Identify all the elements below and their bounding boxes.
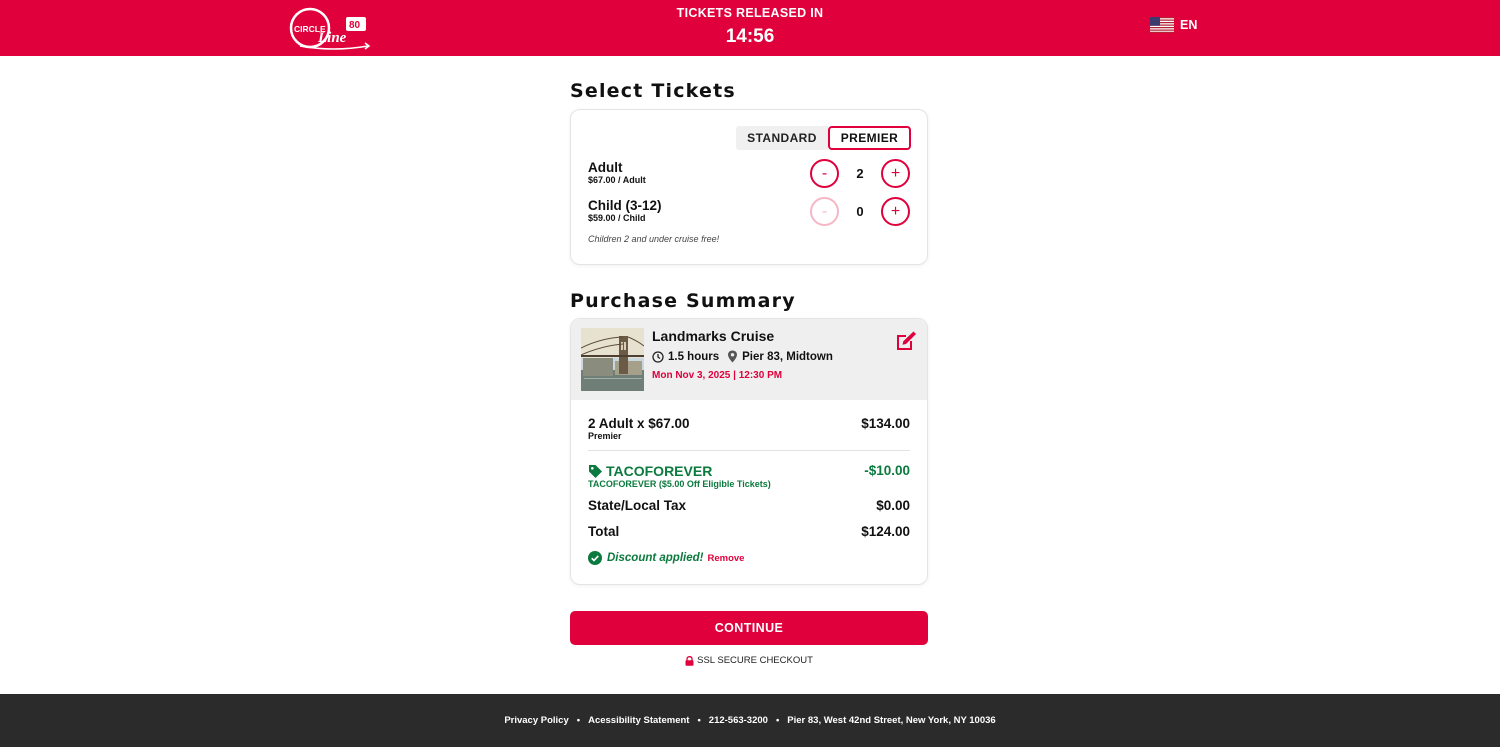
quantity-value: 0 [856,204,864,219]
line-item-amount: $134.00 [861,416,910,431]
cruise-duration: 1.5 hours [668,350,720,363]
language-label: EN [1180,18,1198,32]
tab-premier[interactable]: PREMIER [828,126,911,150]
footer-address: Pier 83, West 42nd Street, New York, NY … [787,715,996,726]
countdown-time: 14:56 [725,26,775,47]
accessibility-link[interactable]: Acessibility Statement [588,715,689,726]
line-item-total: Total $124.00 [588,524,910,539]
tax-label: State/Local Tax [588,498,687,513]
countdown: TICKETS RELEASED IN 14:56 [0,5,1500,50]
discount-status: Discount applied! Remove [588,551,744,565]
tag-icon [589,464,602,478]
language-selector[interactable]: EN [1150,16,1197,34]
purchase-summary-title: Purchase Summary [570,290,796,312]
promo-code: TACOFOREVER [588,463,910,479]
summary-card: Landmarks Cruise 1.5 hours Pier 83, Midt… [570,318,928,585]
footer-separator: • [775,715,780,726]
top-bar: CIRCLE Line 80 TICKETS RELEASED IN 14:56… [0,0,1500,56]
promo-amount: -$10.00 [864,463,910,478]
quantity-stepper: - 0 + [810,197,910,226]
footer-separator: • [697,715,701,726]
footer-separator: • [576,715,581,726]
ticket-row-adult: Adult $67.00 / Adult - 2 + [588,159,910,192]
continue-button[interactable]: CONTINUE [570,611,928,645]
line-item-tier: Premier [588,431,622,441]
map-pin-icon [728,350,738,363]
quantity-value: 2 [856,166,864,181]
line-item-tickets: 2 Adult x $67.00 Premier $134.00 [588,416,910,442]
line-item-promo: TACOFOREVER TACOFOREVER ($5.00 Off Eligi… [588,463,910,490]
edit-icon[interactable] [894,329,918,353]
summary-divider [588,450,910,451]
tickets-card: STANDARD PREMIER Adult $67.00 / Adult - … [570,109,928,265]
cruise-meta: 1.5 hours Pier 83, Midtown [652,350,833,363]
cruise-header: Landmarks Cruise 1.5 hours Pier 83, Midt… [571,319,927,400]
footer: Privacy Policy • Acessibility Statement … [0,694,1500,747]
check-circle-icon [588,551,602,565]
clock-icon [652,350,664,363]
promo-description: TACOFOREVER ($5.00 Off Eligible Tickets) [588,479,771,489]
promo-code-label: TACOFOREVER [606,463,713,479]
discount-applied-text: Discount applied! [607,552,704,564]
ssl-label: SSL SECURE CHECKOUT [697,655,813,666]
increment-button[interactable]: + [881,159,910,188]
increment-button[interactable]: + [881,197,910,226]
free-children-note: Children 2 and under cruise free! [588,234,720,244]
countdown-label: TICKETS RELEASED IN [676,6,824,20]
ticket-tier-toggle: STANDARD PREMIER [736,126,911,150]
quantity-stepper: - 2 + [810,159,910,188]
line-item-tax: State/Local Tax $0.00 [588,498,910,513]
select-tickets-title: Select Tickets [570,80,736,102]
privacy-policy-link[interactable]: Privacy Policy [504,715,568,726]
phone-link[interactable]: 212-563-3200 [709,715,768,726]
tax-amount: $0.00 [876,498,910,513]
decrement-button[interactable]: - [810,159,839,188]
decrement-button[interactable]: - [810,197,839,226]
cruise-thumbnail [581,328,644,391]
lock-icon [685,655,694,666]
tab-standard[interactable]: STANDARD [736,126,828,150]
cruise-name: Landmarks Cruise [652,328,775,344]
us-flag-icon [1150,17,1174,33]
cruise-location: Pier 83, Midtown [742,350,833,363]
ticket-row-child: Child (3-12) $59.00 / Child - 0 + [588,197,910,230]
ssl-notice: SSL SECURE CHECKOUT [570,655,928,666]
total-amount: $124.00 [861,524,910,539]
cruise-datetime: Mon Nov 3, 2025 | 12:30 PM [652,370,783,381]
remove-discount-link[interactable]: Remove [707,553,744,564]
